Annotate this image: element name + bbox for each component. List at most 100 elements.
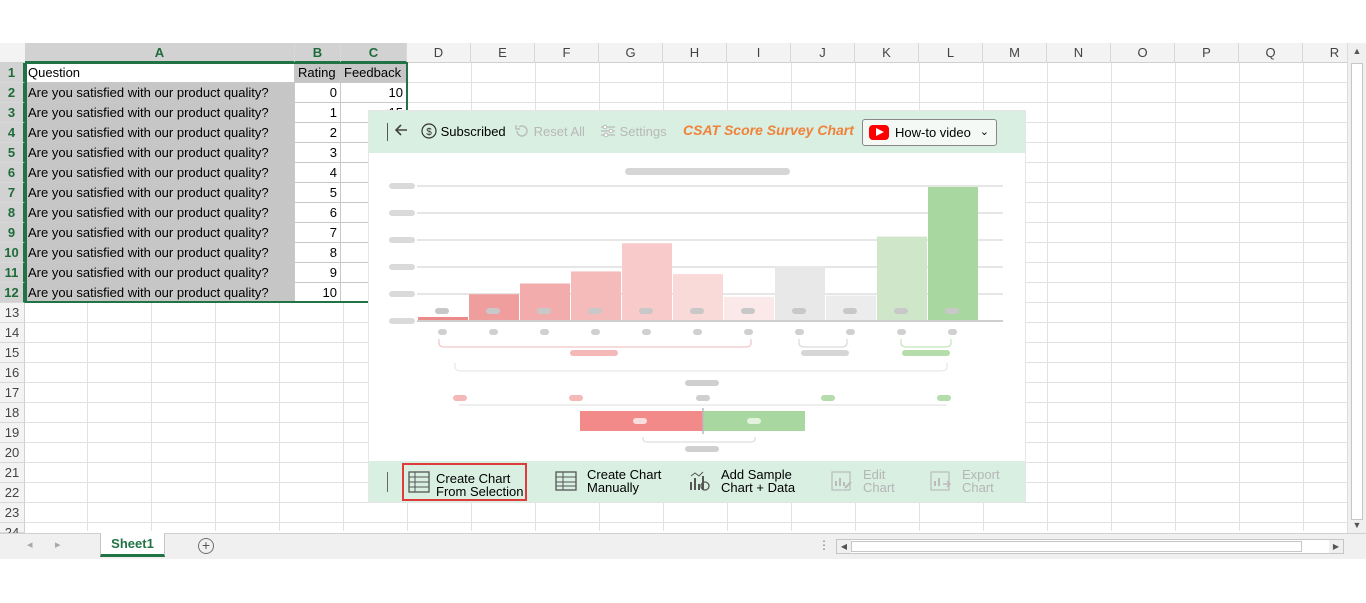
row-header-16[interactable]: 16 — [0, 363, 25, 383]
row-header-10[interactable]: 10 — [0, 243, 25, 263]
row-header-6[interactable]: 6 — [0, 163, 25, 183]
question-cell[interactable]: Are you satisfied with our product quali… — [25, 203, 295, 223]
preview-xtick — [897, 329, 906, 335]
question-cell[interactable]: Are you satisfied with our product quali… — [25, 123, 295, 143]
row-header-21[interactable]: 21 — [0, 463, 25, 483]
row-header-23[interactable]: 23 — [0, 503, 25, 523]
rating-cell[interactable]: 6 — [295, 203, 341, 223]
column-header-d[interactable]: D — [407, 43, 471, 63]
question-cell[interactable]: Are you satisfied with our product quali… — [25, 243, 295, 263]
rating-cell[interactable]: 5 — [295, 183, 341, 203]
column-header-b[interactable]: B — [295, 43, 341, 63]
row-header-7[interactable]: 7 — [0, 183, 25, 203]
vertical-scroll-thumb[interactable] — [1351, 63, 1363, 520]
rating-cell[interactable]: 4 — [295, 163, 341, 183]
column-header-m[interactable]: M — [983, 43, 1047, 63]
row-header-13[interactable]: 13 — [0, 303, 25, 323]
reset-all-button[interactable]: Reset All — [514, 123, 585, 141]
column-header-e[interactable]: E — [471, 43, 535, 63]
row-header-8[interactable]: 8 — [0, 203, 25, 223]
horizontal-scrollbar[interactable]: ◀ ▶ — [836, 539, 1344, 554]
rating-cell[interactable]: 10 — [295, 283, 341, 303]
add-sample-chart-button[interactable]: Add Sample Chart + Data — [689, 461, 799, 502]
create-chart-from-selection-button[interactable]: Create Chart From Selection — [402, 463, 527, 501]
horizontal-scroll-thumb[interactable] — [851, 541, 1302, 552]
preview-xtick — [693, 329, 702, 335]
feedback-cell[interactable]: 10 — [341, 83, 407, 103]
row-header-22[interactable]: 22 — [0, 483, 25, 503]
column-header-h[interactable]: H — [663, 43, 727, 63]
vertical-scrollbar[interactable]: ▲ ▼ — [1347, 43, 1366, 533]
scroll-up-icon[interactable]: ▲ — [1348, 43, 1366, 59]
row-header-18[interactable]: 18 — [0, 403, 25, 423]
column-header-f[interactable]: F — [535, 43, 599, 63]
question-cell[interactable]: Are you satisfied with our product quali… — [25, 103, 295, 123]
row-header-17[interactable]: 17 — [0, 383, 25, 403]
question-cell[interactable]: Are you satisfied with our product quali… — [25, 83, 295, 103]
tab-splitter-icon[interactable]: ⋮ — [818, 538, 830, 552]
row-header-15[interactable]: 15 — [0, 343, 25, 363]
question-cell[interactable]: Are you satisfied with our product quali… — [25, 163, 295, 183]
header-cell-feedback[interactable]: Feedback — [341, 63, 407, 83]
row-header-3[interactable]: 3 — [0, 103, 25, 123]
howto-video-dropdown[interactable]: How-to video ⌄ — [862, 119, 997, 146]
create-chart-manually-button[interactable]: Create Chart Manually — [555, 461, 665, 502]
row-header-14[interactable]: 14 — [0, 323, 25, 343]
back-arrow-icon[interactable] — [394, 123, 408, 141]
preview-score-label — [685, 446, 719, 452]
tab-prev-icon[interactable]: ◂ — [27, 538, 33, 551]
column-header-k[interactable]: K — [855, 43, 919, 63]
column-header-o[interactable]: O — [1111, 43, 1175, 63]
column-header-c[interactable]: C — [341, 43, 407, 63]
preview-bar — [520, 283, 570, 321]
rating-cell[interactable]: 1 — [295, 103, 341, 123]
column-header-g[interactable]: G — [599, 43, 663, 63]
column-header-q[interactable]: Q — [1239, 43, 1303, 63]
scroll-left-icon[interactable]: ◀ — [837, 540, 851, 553]
edit-chart-button[interactable]: Edit Chart — [831, 461, 911, 502]
scroll-down-icon[interactable]: ▼ — [1348, 517, 1366, 533]
row-header-20[interactable]: 20 — [0, 443, 25, 463]
question-cell[interactable]: Are you satisfied with our product quali… — [25, 223, 295, 243]
rating-cell[interactable]: 3 — [295, 143, 341, 163]
row-header-24[interactable]: 24 — [0, 523, 25, 540]
rating-cell[interactable]: 8 — [295, 243, 341, 263]
preview-xtick — [438, 329, 447, 335]
sheet-tab-sheet1[interactable]: Sheet1 — [100, 533, 165, 557]
column-header-a[interactable]: A — [25, 43, 295, 63]
column-header-j[interactable]: J — [791, 43, 855, 63]
subscribed-button[interactable]: $ Subscribed — [421, 123, 506, 141]
row-header-2[interactable]: 2 — [0, 83, 25, 103]
row-header-1[interactable]: 1 — [0, 63, 25, 83]
manually-line2: Manually — [587, 480, 640, 495]
rating-cell[interactable]: 9 — [295, 263, 341, 283]
column-header-l[interactable]: L — [919, 43, 983, 63]
row-header-12[interactable]: 12 — [0, 283, 25, 303]
add-sheet-icon[interactable]: + — [198, 538, 214, 554]
column-header-n[interactable]: N — [1047, 43, 1111, 63]
row-header-4[interactable]: 4 — [0, 123, 25, 143]
tab-next-icon[interactable]: ▸ — [55, 538, 61, 551]
question-cell[interactable]: Are you satisfied with our product quali… — [25, 263, 295, 283]
header-cell-rating[interactable]: Rating — [295, 63, 341, 83]
rating-cell[interactable]: 0 — [295, 83, 341, 103]
row-header-9[interactable]: 9 — [0, 223, 25, 243]
question-cell[interactable]: Are you satisfied with our product quali… — [25, 283, 295, 303]
row-header-19[interactable]: 19 — [0, 423, 25, 443]
scroll-right-icon[interactable]: ▶ — [1329, 540, 1343, 553]
excel-window: ABCDEFGHIJKLMNOPQR 1 2 3 4 5 6 7 8 9 10 11 12 13 14 15… — [0, 0, 1366, 603]
subscribed-label: Subscribed — [440, 124, 506, 139]
settings-button[interactable]: Settings — [600, 123, 667, 141]
export-chart-button[interactable]: Export Chart — [930, 461, 1010, 502]
rating-cell[interactable]: 7 — [295, 223, 341, 243]
preview-bar-label — [741, 308, 755, 314]
question-cell[interactable]: Are you satisfied with our product quali… — [25, 183, 295, 203]
question-cell[interactable]: Are you satisfied with our product quali… — [25, 143, 295, 163]
column-header-i[interactable]: I — [727, 43, 791, 63]
column-header-p[interactable]: P — [1175, 43, 1239, 63]
row-header-5[interactable]: 5 — [0, 143, 25, 163]
rating-cell[interactable]: 2 — [295, 123, 341, 143]
header-cell-question[interactable]: Question — [25, 63, 295, 83]
row-header-11[interactable]: 11 — [0, 263, 25, 283]
preview-marker — [569, 395, 583, 401]
